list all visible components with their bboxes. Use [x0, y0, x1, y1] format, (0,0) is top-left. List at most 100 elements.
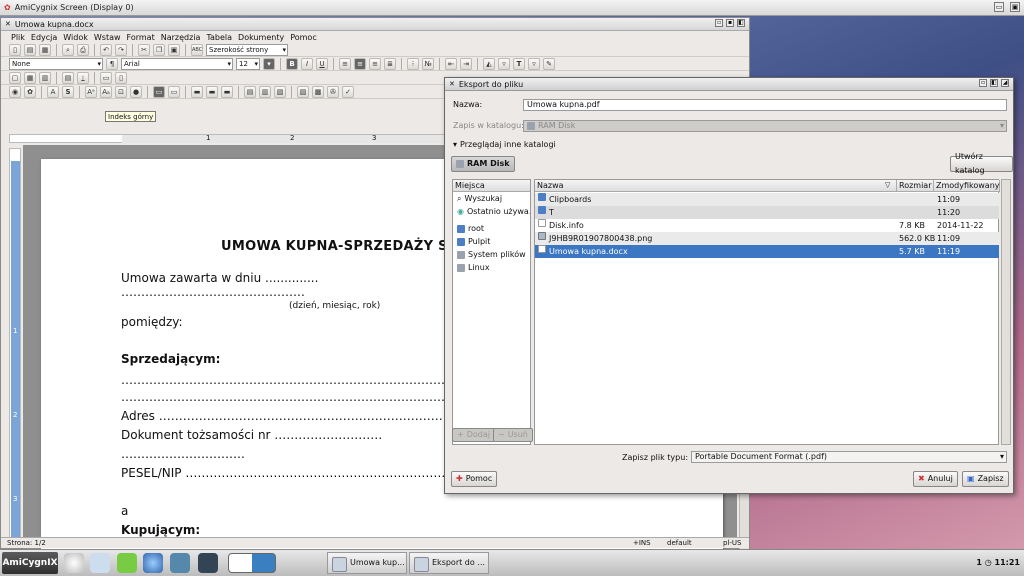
- menu-tabela[interactable]: Tabela: [206, 33, 232, 42]
- two-page-icon[interactable]: ▥: [259, 85, 271, 98]
- strikethrough-icon[interactable]: S: [62, 85, 74, 98]
- add-place-button[interactable]: + Dodaj: [452, 428, 495, 442]
- file-list-scrollbar[interactable]: [1001, 179, 1011, 445]
- place-search[interactable]: ⌕ Wyszukaj: [453, 192, 530, 205]
- font-select[interactable]: Arial: [121, 57, 233, 70]
- desktop-pager-icon[interactable]: [228, 553, 276, 573]
- font-color-icon[interactable]: T: [513, 57, 525, 70]
- place-linux[interactable]: Linux: [453, 261, 530, 274]
- circle-icon[interactable]: ●: [130, 85, 142, 98]
- tools-icon[interactable]: ✇: [327, 85, 339, 98]
- task-writer[interactable]: Umowa kup...: [327, 552, 407, 574]
- table-icon[interactable]: ▦: [24, 71, 36, 84]
- layout-3-icon[interactable]: ▬: [221, 85, 233, 98]
- indent-less-icon[interactable]: ⇤: [445, 57, 457, 70]
- check-icon[interactable]: ✓: [342, 85, 354, 98]
- undo-icon[interactable]: ↶: [100, 43, 112, 56]
- field-icon[interactable]: A: [47, 85, 59, 98]
- browser-icon[interactable]: [143, 553, 163, 573]
- menu-narzedzia[interactable]: Narzędzia: [161, 33, 201, 42]
- task-export[interactable]: Eksport do ...: [409, 552, 489, 574]
- status-language[interactable]: pl-US: [723, 538, 741, 548]
- redo-icon[interactable]: ↷: [115, 43, 127, 56]
- places-header[interactable]: Miejsca: [453, 180, 530, 192]
- menu-dokumenty[interactable]: Dokumenty: [238, 33, 284, 42]
- depth-button[interactable]: ◧: [737, 19, 745, 27]
- menu-wstaw[interactable]: Wstaw: [94, 33, 121, 42]
- align-right-icon[interactable]: ≡: [369, 57, 381, 70]
- pen-icon[interactable]: ✎: [543, 57, 555, 70]
- open-icon[interactable]: ▤: [24, 43, 36, 56]
- align-left-icon[interactable]: ≡: [339, 57, 351, 70]
- vertical-ruler[interactable]: 1 2 3: [9, 148, 21, 548]
- column-size[interactable]: Rozmiar: [897, 180, 934, 192]
- chart-insert-icon[interactable]: ▩: [312, 85, 324, 98]
- cancel-button[interactable]: ✖ Anuluj: [913, 471, 958, 487]
- cut-icon[interactable]: ✂: [138, 43, 150, 56]
- bold-button[interactable]: B: [286, 57, 298, 70]
- file-row[interactable]: Clipboards 11:09: [535, 193, 999, 206]
- numbering-icon[interactable]: №: [422, 57, 434, 70]
- dialog-zoom-button[interactable]: ▫: [979, 79, 987, 87]
- page-border-icon[interactable]: ▭: [153, 85, 165, 98]
- create-folder-button[interactable]: Utwórz katalog: [950, 152, 1013, 175]
- place-filesystem[interactable]: System plików: [453, 248, 530, 261]
- align-center-icon[interactable]: ≡: [354, 57, 366, 70]
- writer-title-bar[interactable]: ✕ Umowa kupna.docx ▫ ▪ ◧: [1, 18, 749, 31]
- subscript-icon[interactable]: Aₐ: [100, 85, 112, 98]
- menu-plik[interactable]: Plik: [11, 33, 25, 42]
- screen-front-button[interactable]: ▣: [1010, 2, 1020, 12]
- file-list[interactable]: Nazwa ▽ Rozmiar Zmodyfikowany Clipboards…: [534, 179, 1000, 445]
- iconify-button[interactable]: ▫: [715, 19, 723, 27]
- bullets-icon[interactable]: ⁝: [407, 57, 419, 70]
- text-frame-icon[interactable]: ⊡: [115, 85, 127, 98]
- columns-icon[interactable]: ▯: [115, 71, 127, 84]
- menu-pomoc[interactable]: Pomoc: [290, 33, 317, 42]
- font-size-select[interactable]: 12: [236, 57, 260, 70]
- font-color-dropdown-icon[interactable]: ▿: [528, 57, 540, 70]
- frame-icon[interactable]: ▢: [9, 71, 21, 84]
- paste-icon[interactable]: ▣: [168, 43, 180, 56]
- print-preview-icon[interactable]: ⌕: [62, 43, 74, 56]
- screen-depth-button[interactable]: ▭: [994, 2, 1004, 12]
- calculator-icon[interactable]: [90, 553, 110, 573]
- style-select[interactable]: None: [9, 57, 103, 70]
- size-toggle-icon[interactable]: ▾: [263, 57, 275, 70]
- column-modified[interactable]: Zmodyfikowany: [934, 180, 1000, 192]
- remove-place-button[interactable]: − Usuń: [493, 428, 533, 442]
- user-icon[interactable]: [170, 553, 190, 573]
- new-document-icon[interactable]: ▯: [9, 43, 21, 56]
- save-button[interactable]: ▣ Zapisz: [962, 471, 1009, 487]
- browse-toggle[interactable]: ▾ Przeglądaj inne katalogi: [453, 140, 556, 149]
- layout-1-icon[interactable]: ▬: [191, 85, 203, 98]
- zoom-select[interactable]: Szerokość strony: [206, 43, 288, 56]
- path-ramdisk-button[interactable]: RAM Disk: [451, 156, 515, 172]
- close-icon[interactable]: ✕: [449, 80, 455, 88]
- place-root[interactable]: root: [453, 222, 530, 235]
- styles-icon[interactable]: ¶: [106, 57, 118, 70]
- spellcheck-icon[interactable]: ABC: [191, 43, 203, 56]
- dialog-title-bar[interactable]: ✕ Eksport do pliku ▫ ◧ ◢: [445, 78, 1013, 91]
- margin-icon[interactable]: ▭: [168, 85, 180, 98]
- column-name[interactable]: Nazwa: [535, 180, 897, 192]
- file-row-selected[interactable]: Umowa kupna.docx 5.7 KB 11:19: [535, 245, 999, 258]
- close-icon[interactable]: ✕: [5, 20, 11, 28]
- filetype-select[interactable]: Portable Document Format (.pdf) ▾: [691, 451, 1007, 463]
- highlight-dropdown-icon[interactable]: ▿: [498, 57, 510, 70]
- zoom-button[interactable]: ▪: [726, 19, 734, 27]
- menu-edycja[interactable]: Edycja: [31, 33, 57, 42]
- place-desktop[interactable]: Pulpit: [453, 235, 530, 248]
- bulb-icon[interactable]: [64, 553, 84, 573]
- book-view-icon[interactable]: ▧: [274, 85, 286, 98]
- print-icon[interactable]: ⎙: [77, 43, 89, 56]
- editor-icon[interactable]: [117, 553, 137, 573]
- help-button[interactable]: ✚ Pomoc: [451, 471, 498, 487]
- file-row[interactable]: Disk.info 7.8 KB 2014-11-22: [535, 219, 999, 232]
- cell-icon[interactable]: ▤: [62, 71, 74, 84]
- pin-icon[interactable]: ⍊: [77, 71, 89, 84]
- start-button[interactable]: AmiCygnIX: [2, 552, 58, 574]
- italic-button[interactable]: I: [301, 57, 313, 70]
- indent-more-icon[interactable]: ⇥: [460, 57, 472, 70]
- underline-button[interactable]: U: [316, 57, 328, 70]
- gallery-icon[interactable]: ✿: [24, 85, 36, 98]
